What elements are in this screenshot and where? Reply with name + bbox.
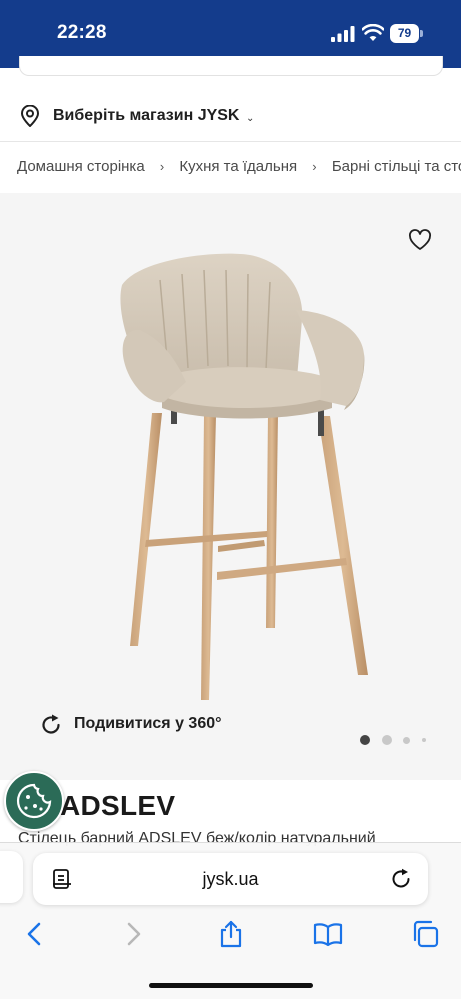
forward-icon[interactable] — [118, 919, 148, 949]
reload-icon[interactable] — [390, 868, 412, 890]
store-selector[interactable]: Виберіть магазин JYSK ⌄ — [0, 95, 461, 139]
pagination-dot[interactable] — [422, 738, 426, 742]
cookie-settings-button[interactable] — [4, 771, 64, 831]
breadcrumb-bar-stools[interactable]: Барні стільці та столи — [332, 158, 461, 175]
battery-level: 79 — [390, 24, 419, 43]
clock: 22:28 — [57, 22, 107, 43]
battery-icon: 79 — [390, 24, 423, 43]
browser-nav — [0, 919, 461, 959]
pagination-dot[interactable] — [403, 736, 410, 744]
view-360-label: Подивитися у 360° — [74, 715, 222, 732]
address-bar[interactable]: jysk.ua — [33, 853, 428, 905]
breadcrumb-home[interactable]: Домашня сторінка — [17, 158, 145, 175]
battery-tip — [420, 30, 423, 37]
previous-tab-preview[interactable] — [0, 851, 23, 903]
location-pin-icon — [20, 105, 40, 127]
breadcrumb: Домашня сторінка › Кухня та їдальня › Ба… — [17, 157, 461, 181]
divider — [0, 141, 461, 142]
gallery-pagination[interactable] — [360, 735, 430, 745]
bookmarks-icon[interactable] — [313, 919, 343, 949]
browser-toolbar: jysk.ua — [0, 842, 461, 999]
pagination-dot[interactable] — [382, 735, 392, 745]
product-image — [120, 253, 368, 700]
chevron-down-icon: ⌄ — [246, 113, 255, 124]
wifi-icon — [362, 24, 384, 41]
cookie-icon — [16, 783, 52, 819]
store-selector-label: Виберіть магазин JYSK — [53, 107, 240, 124]
chevron-right-icon: › — [159, 158, 165, 174]
back-icon[interactable] — [20, 919, 50, 949]
cellular-signal-icon — [331, 26, 355, 42]
tabs-icon[interactable] — [410, 919, 440, 949]
share-icon[interactable] — [216, 919, 246, 949]
search-field[interactable] — [19, 56, 443, 76]
address-text: jysk.ua — [202, 869, 259, 889]
home-indicator — [149, 983, 313, 988]
heart-icon[interactable] — [408, 229, 432, 251]
chevron-right-icon: › — [312, 158, 317, 174]
product-title: ADSLEV — [60, 790, 176, 821]
breadcrumb-kitchen[interactable]: Кухня та їдальня — [179, 158, 297, 175]
pagination-dot-active[interactable] — [360, 735, 370, 745]
rotate-360-icon — [42, 714, 60, 734]
